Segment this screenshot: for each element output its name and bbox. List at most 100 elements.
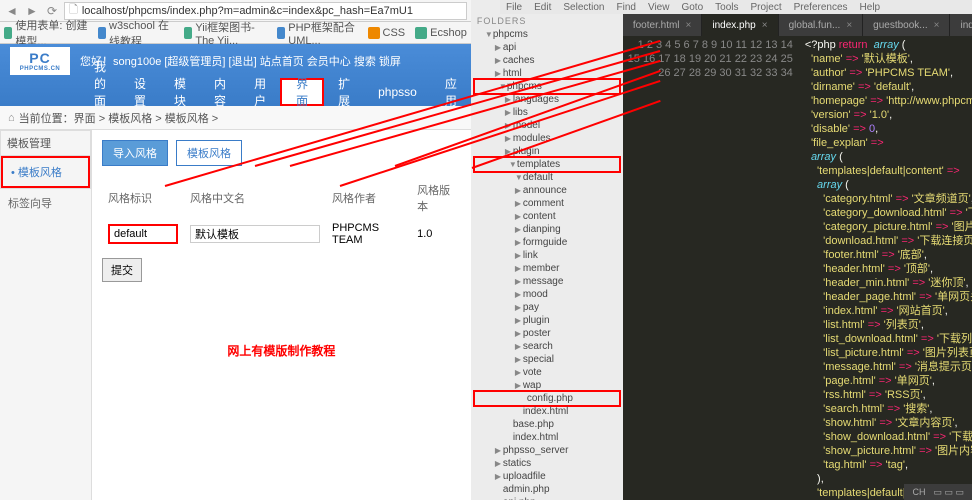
tree-arrow-icon: ▶ bbox=[515, 366, 523, 379]
tree-arrow-icon: ▶ bbox=[515, 301, 523, 314]
tree-item[interactable]: ▶comment bbox=[471, 197, 623, 210]
style-name-input[interactable] bbox=[190, 225, 320, 243]
close-icon[interactable]: × bbox=[934, 20, 940, 31]
menu-item[interactable]: View bbox=[648, 2, 670, 13]
tree-item[interactable]: ▶message bbox=[471, 275, 623, 288]
tree-item[interactable]: ▶poster bbox=[471, 327, 623, 340]
tree-item[interactable]: ▶plugin bbox=[471, 314, 623, 327]
tree-item[interactable]: ▼phpcms bbox=[471, 28, 623, 41]
menu-item[interactable]: Help bbox=[860, 2, 881, 13]
nav-item[interactable]: 用户 bbox=[240, 78, 280, 106]
menu-item[interactable]: Tools bbox=[715, 2, 738, 13]
tree-arrow-icon: ▶ bbox=[515, 314, 523, 327]
menu-item[interactable]: File bbox=[506, 2, 522, 13]
tree-item[interactable]: ▶caches bbox=[471, 54, 623, 67]
tree-item[interactable]: ▶member bbox=[471, 262, 623, 275]
home-icon: ⌂ bbox=[8, 112, 15, 124]
bookmark-item[interactable]: CSS bbox=[368, 27, 406, 39]
tree-arrow-icon: ▼ bbox=[515, 171, 523, 184]
editor-tabs: footer.html×index.php×global.fun...×gues… bbox=[623, 14, 972, 36]
bookmark-item[interactable]: Ecshop bbox=[415, 27, 467, 39]
tree-item[interactable]: admin.php bbox=[471, 483, 623, 496]
sidebar-label-wizard[interactable]: 标签向导 bbox=[0, 189, 91, 217]
editor-tab[interactable]: footer.html× bbox=[623, 14, 703, 36]
tree-arrow-icon: ▶ bbox=[505, 106, 513, 119]
tree-arrow-icon: ▶ bbox=[515, 236, 523, 249]
folders-header: FOLDERS bbox=[471, 14, 623, 28]
style-id-input[interactable] bbox=[108, 224, 178, 244]
bookmark-item[interactable]: Yii框架图书-The Yii... bbox=[184, 19, 267, 47]
tree-item[interactable]: ▶uploadfile bbox=[471, 470, 623, 483]
tree-arrow-icon: ▶ bbox=[515, 275, 523, 288]
bookmark-icon bbox=[368, 27, 380, 39]
menu-item[interactable]: Preferences bbox=[794, 2, 848, 13]
menu-item[interactable]: Goto bbox=[681, 2, 703, 13]
tree-item[interactable]: ▶content bbox=[471, 210, 623, 223]
tree-item[interactable]: ▼default bbox=[471, 171, 623, 184]
editor-tab[interactable]: index.php× bbox=[950, 14, 972, 36]
sidebar: 模板管理 • 模板风格 标签向导 bbox=[0, 130, 92, 500]
tree-arrow-icon: ▶ bbox=[515, 262, 523, 275]
tree-item[interactable]: base.php bbox=[471, 418, 623, 431]
menu-item[interactable]: Selection bbox=[563, 2, 604, 13]
tree-arrow-icon: ▶ bbox=[495, 54, 503, 67]
url-text: localhost/phpcms/index.php?m=admin&c=ind… bbox=[82, 5, 413, 17]
tree-item[interactable]: ▶pay bbox=[471, 301, 623, 314]
tree-item[interactable]: ▶api bbox=[471, 41, 623, 54]
tree-item[interactable]: ▶statics bbox=[471, 457, 623, 470]
tree-item[interactable]: ▶announce bbox=[471, 184, 623, 197]
tree-item[interactable]: ▶special bbox=[471, 353, 623, 366]
bookmark-icon bbox=[415, 27, 427, 39]
tree-item[interactable]: ▶mood bbox=[471, 288, 623, 301]
tree-arrow-icon: ▶ bbox=[515, 327, 523, 340]
code-area[interactable]: 1 2 3 4 5 6 7 8 9 10 11 12 13 14 15 16 1… bbox=[623, 36, 972, 500]
editor-tab[interactable]: guestbook...× bbox=[863, 14, 950, 36]
bookmark-icon bbox=[4, 27, 12, 39]
tree-item[interactable]: index.html bbox=[471, 431, 623, 444]
tree-item[interactable]: ▶vote bbox=[471, 366, 623, 379]
bookmark-icon bbox=[98, 27, 106, 39]
bookmarks-bar: 使用表单: 创建模型...w3school 在线教程Yii框架图书-The Yi… bbox=[0, 22, 471, 44]
bookmark-item[interactable]: PHP框架配合UML... bbox=[277, 19, 358, 47]
tree-arrow-icon: ▶ bbox=[495, 470, 503, 483]
submit-button[interactable]: 提交 bbox=[102, 258, 142, 282]
editor-tab[interactable]: global.fun...× bbox=[779, 14, 864, 36]
tree-arrow-icon: ▶ bbox=[505, 132, 513, 145]
tree-arrow-icon: ▶ bbox=[495, 457, 503, 470]
template-style-button[interactable]: 模板风格 bbox=[176, 140, 242, 166]
nav-item[interactable]: phpsso bbox=[364, 78, 431, 106]
tree-item[interactable]: ▶dianping bbox=[471, 223, 623, 236]
logo[interactable]: PC PHPCMS.CN bbox=[10, 47, 70, 75]
tree-arrow-icon: ▶ bbox=[515, 340, 523, 353]
menu-item[interactable]: Project bbox=[751, 2, 782, 13]
close-icon[interactable]: × bbox=[846, 20, 852, 31]
editor-tab[interactable]: index.php× bbox=[702, 14, 778, 36]
tree-item[interactable]: ▶formguide bbox=[471, 236, 623, 249]
tree-item[interactable]: api.php bbox=[471, 496, 623, 500]
tree-arrow-icon: ▶ bbox=[515, 288, 523, 301]
nav-item[interactable]: 模块 bbox=[160, 78, 200, 106]
nav-item[interactable]: 我的面板 bbox=[80, 78, 120, 106]
close-icon[interactable]: × bbox=[762, 20, 768, 31]
tree-item[interactable]: ▶search bbox=[471, 340, 623, 353]
import-style-button[interactable]: 导入风格 bbox=[102, 140, 168, 166]
menu-item[interactable]: Find bbox=[617, 2, 636, 13]
tree-item[interactable]: ▶link bbox=[471, 249, 623, 262]
tree-arrow-icon: ▶ bbox=[515, 184, 523, 197]
th-version: 风格版本 bbox=[411, 178, 461, 218]
nav-item[interactable]: 扩展 bbox=[324, 78, 364, 106]
nav-item[interactable]: 内容 bbox=[200, 78, 240, 106]
tree-item[interactable]: ▶phpsso_server bbox=[471, 444, 623, 457]
nav-item[interactable]: 界面 bbox=[280, 78, 324, 106]
close-icon[interactable]: × bbox=[686, 20, 692, 31]
sidebar-group-header: 模板管理 bbox=[1, 131, 90, 156]
bookmark-icon bbox=[277, 27, 285, 39]
tree-arrow-icon: ▶ bbox=[515, 197, 523, 210]
code-panel: footer.html×index.php×global.fun...×gues… bbox=[623, 0, 972, 500]
status-lang: CH bbox=[912, 487, 925, 497]
nav-item[interactable]: 设置 bbox=[120, 78, 160, 106]
tree-item[interactable]: index.html bbox=[471, 405, 623, 418]
menu-item[interactable]: Edit bbox=[534, 2, 551, 13]
tree-arrow-icon: ▼ bbox=[509, 158, 517, 171]
sidebar-item-template-style[interactable]: • 模板风格 bbox=[1, 156, 90, 188]
